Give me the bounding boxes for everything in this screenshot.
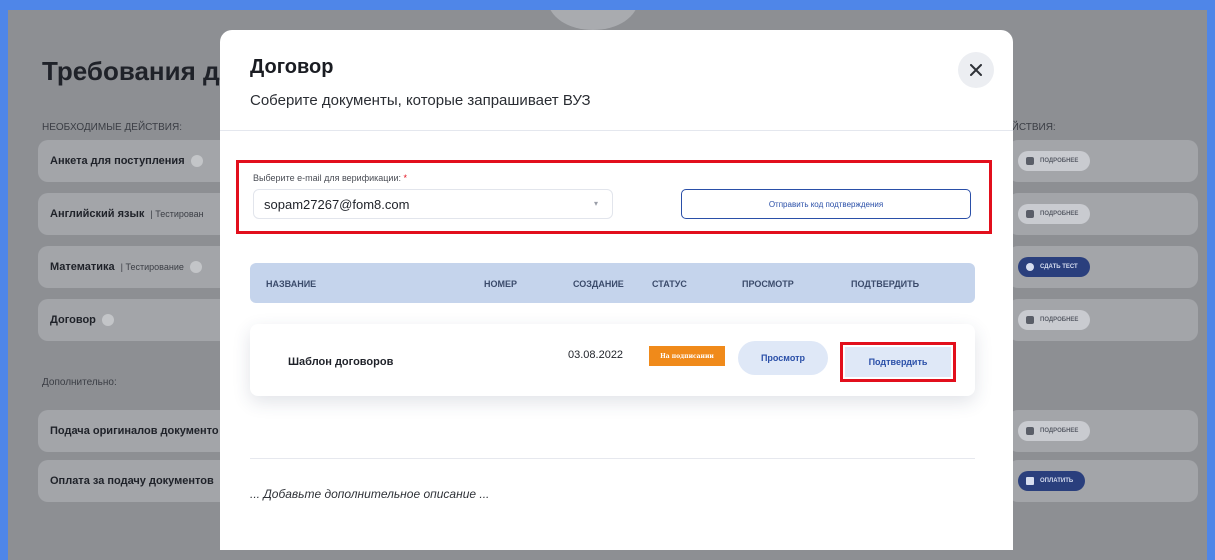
required-actions-header: НЕОБХОДИМЫЕ ДЕЙСТВИЯ:: [42, 122, 182, 133]
button-label: СДАТЬ ТЕСТ: [1040, 264, 1078, 270]
required-mark: *: [403, 173, 408, 183]
info-icon: [101, 314, 114, 326]
requirement-title: Анкета для поступления: [50, 155, 185, 167]
pay-button[interactable]: ОПЛАТИТЬ: [1018, 471, 1086, 491]
modal-subtitle: Соберите документы, которые запрашивает …: [250, 92, 591, 109]
button-label: ОПЛАТИТЬ: [1040, 478, 1074, 484]
table-row: Шаблон договоров 03.08.2022 На подписани…: [250, 324, 975, 396]
button-label: ПОДРОБНЕЕ: [1040, 158, 1079, 164]
column-header: ПОДТВЕРДИТЬ: [851, 279, 920, 289]
close-button[interactable]: [958, 52, 994, 88]
button-label: ПОДРОБНЕЕ: [1040, 317, 1079, 323]
requirement-title: Подача оригиналов документо: [50, 425, 219, 437]
chevron-down-icon: ▾: [593, 199, 598, 208]
document-icon: [1026, 210, 1034, 218]
document-name: Шаблон договоров: [288, 356, 394, 368]
requirement-title: Английский язык: [50, 208, 145, 220]
details-button[interactable]: ПОДРОБНЕЕ: [1018, 310, 1091, 330]
column-header: СТАТУС: [652, 279, 687, 289]
requirement-item-contract[interactable]: Договор: [38, 299, 238, 341]
requirement-subtitle: | Тестирование: [120, 262, 184, 272]
button-label: ПОДРОБНЕЕ: [1040, 428, 1079, 434]
confirm-highlight: Подтвердить: [840, 342, 956, 382]
check-icon: [1026, 263, 1034, 271]
requirement-item-application[interactable]: Анкета для поступления: [38, 140, 238, 182]
requirement-title: Математика: [50, 261, 115, 273]
divider: [220, 130, 1013, 131]
card-icon: [1026, 477, 1034, 485]
column-header: НОМЕР: [484, 279, 518, 289]
description-field[interactable]: ... Добавьте дополнительное описание ...: [250, 487, 489, 501]
info-icon: [189, 261, 202, 273]
requirement-title: Договор: [50, 314, 96, 326]
page-title: Требования дл: [42, 56, 237, 86]
email-value: sopam27267@fom8.com: [264, 196, 410, 212]
document-icon: [1026, 316, 1034, 324]
requirement-item-english[interactable]: Английский язык | Тестирован: [38, 193, 238, 235]
requirement-subtitle: | Тестирован: [150, 209, 204, 219]
send-code-button[interactable]: Отправить код подтверждения: [681, 189, 971, 219]
column-header: СОЗДАНИЕ: [573, 279, 624, 289]
email-label-text: Выберите e-mail для верификации:: [253, 173, 401, 183]
additional-item-originals[interactable]: Подача оригиналов документо: [38, 410, 238, 452]
document-date: 03.08.2022: [568, 349, 624, 361]
requirement-title: Оплата за подачу документов: [50, 475, 214, 487]
table-header: НАЗВАНИЕ НОМЕР СОЗДАНИЕ СТАТУС ПРОСМОТР …: [250, 263, 975, 303]
status-badge: На подписании: [649, 346, 725, 366]
details-button[interactable]: ПОДРОБНЕЕ: [1018, 421, 1091, 441]
divider: [250, 458, 975, 459]
avatar: [548, 10, 638, 30]
additional-item-payment[interactable]: Оплата за подачу документов: [38, 460, 238, 502]
requirement-item-math[interactable]: Математика | Тестирование: [38, 246, 238, 288]
details-button[interactable]: ПОДРОБНЕЕ: [1018, 151, 1091, 171]
details-button[interactable]: ПОДРОБНЕЕ: [1018, 204, 1091, 224]
additional-header: Дополнительно:: [42, 377, 117, 388]
email-select[interactable]: sopam27267@fom8.com ▾: [253, 189, 613, 219]
column-header: НАЗВАНИЕ: [266, 279, 317, 289]
close-icon: [970, 64, 982, 76]
document-icon: [1026, 157, 1034, 165]
button-label: ПОДРОБНЕЕ: [1040, 211, 1079, 217]
email-verification-section: Выберите e-mail для верификации: * sopam…: [236, 160, 992, 234]
info-icon: [190, 155, 203, 167]
modal-title: Договор: [250, 56, 334, 78]
email-label: Выберите e-mail для верификации: *: [253, 173, 407, 183]
take-test-button[interactable]: СДАТЬ ТЕСТ: [1018, 257, 1090, 277]
view-button[interactable]: Просмотр: [738, 341, 828, 375]
contract-modal: Договор Соберите документы, которые запр…: [220, 30, 1013, 550]
confirm-button[interactable]: Подтвердить: [845, 347, 951, 377]
column-header: ПРОСМОТР: [742, 279, 794, 289]
document-icon: [1026, 427, 1034, 435]
